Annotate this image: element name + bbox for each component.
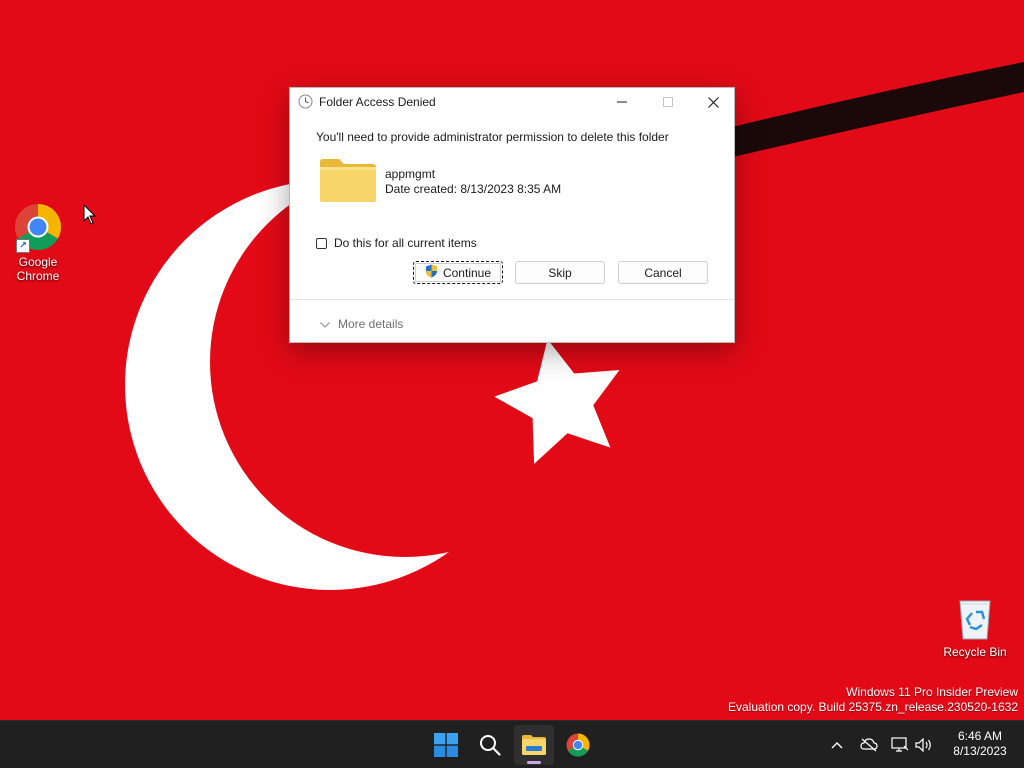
checkbox-label: Do this for all current items xyxy=(334,236,477,250)
volume-icon xyxy=(915,738,931,752)
minimize-button[interactable] xyxy=(599,88,645,116)
folder-name: appmgmt xyxy=(385,167,436,181)
more-details-label: More details xyxy=(338,317,404,331)
chevron-down-icon xyxy=(320,317,330,331)
show-hidden-icons-button[interactable] xyxy=(825,733,849,757)
dialog-titlebar[interactable]: Folder Access Denied xyxy=(290,88,734,116)
dialog-message: You'll need to provide administrator per… xyxy=(316,130,669,144)
search-icon xyxy=(480,735,501,756)
running-indicator xyxy=(527,761,541,764)
file-explorer-icon xyxy=(522,735,546,755)
dialog-divider xyxy=(290,299,734,300)
maximize-button xyxy=(645,88,691,116)
close-icon xyxy=(707,96,719,108)
display-icon xyxy=(891,737,909,752)
start-button[interactable] xyxy=(426,725,466,765)
skip-button-label: Skip xyxy=(548,265,572,280)
watermark-build: Evaluation copy. Build 25375.zn_release.… xyxy=(728,700,1018,714)
maximize-icon xyxy=(663,97,673,107)
cancel-button-label: Cancel xyxy=(644,265,682,280)
clock-icon xyxy=(298,94,313,114)
desktop-icon-label: Recycle Bin xyxy=(943,645,1007,659)
start-icon xyxy=(434,733,458,757)
mouse-cursor-icon xyxy=(83,204,97,225)
close-button[interactable] xyxy=(690,88,736,116)
continue-button-label: Continue xyxy=(442,265,492,280)
volume-button[interactable] xyxy=(912,733,936,757)
display-button[interactable] xyxy=(888,733,912,757)
network-icon xyxy=(860,738,878,752)
taskbar: 6:46 AM 8/13/2023 xyxy=(0,720,1024,768)
windows-watermark: Windows 11 Pro Insider Preview Evaluatio… xyxy=(728,685,1018,715)
chrome-icon xyxy=(566,733,590,757)
desktop-icon-label: Google Chrome xyxy=(16,255,60,283)
minimize-icon xyxy=(617,101,627,103)
search-button[interactable] xyxy=(470,725,510,765)
dialog-title: Folder Access Denied xyxy=(319,95,436,109)
network-button[interactable] xyxy=(857,733,881,757)
clock-time: 6:46 AM xyxy=(957,729,1003,743)
folder-access-denied-dialog: Folder Access Denied You'll need to prov… xyxy=(289,87,735,343)
skip-button[interactable]: Skip xyxy=(515,261,605,284)
taskbar-clock[interactable]: 6:46 AM 8/13/2023 xyxy=(942,729,1018,759)
checkbox-box[interactable] xyxy=(316,237,327,249)
continue-button[interactable]: Continue xyxy=(413,261,503,284)
do-this-for-all-checkbox[interactable]: Do this for all current items xyxy=(316,236,477,250)
cancel-button[interactable]: Cancel xyxy=(618,261,708,284)
uac-shield-icon xyxy=(425,264,438,281)
shortcut-arrow-icon: ↗ xyxy=(16,239,30,253)
file-explorer-button[interactable] xyxy=(514,725,554,765)
desktop-icon-google-chrome[interactable]: ↗ Google Chrome xyxy=(0,203,76,283)
desktop-icon-recycle-bin[interactable]: Recycle Bin xyxy=(937,597,1013,659)
clock-date: 8/13/2023 xyxy=(953,744,1007,758)
folder-date-created: Date created: 8/13/2023 8:35 AM xyxy=(385,182,562,196)
chrome-taskbar-button[interactable] xyxy=(558,725,598,765)
more-details-toggle[interactable]: More details xyxy=(320,317,403,331)
watermark-edition: Windows 11 Pro Insider Preview xyxy=(846,685,1018,699)
folder-icon xyxy=(319,156,377,209)
recycle-bin-icon xyxy=(954,597,996,641)
chevron-up-icon xyxy=(831,742,843,749)
chrome-icon: ↗ xyxy=(14,203,62,253)
